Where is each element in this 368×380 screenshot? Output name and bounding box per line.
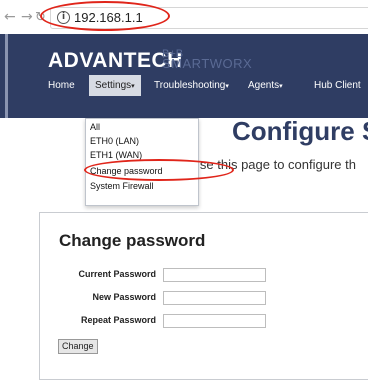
nav-hub-client[interactable]: Hub Client	[314, 80, 361, 91]
url-highlight-ellipse	[40, 1, 170, 31]
menu-item-all[interactable]: All	[90, 122, 100, 132]
new-password-input[interactable]	[163, 291, 266, 305]
browser-toolbar: ← → ↻ i 192.168.1.1	[0, 0, 368, 34]
app-header: ADVANTECH B+B SMARTWORX Home Settings▾ T…	[0, 34, 368, 118]
current-password-label: Current Password	[78, 269, 156, 279]
nav-settings-label: Settings	[95, 80, 132, 91]
nav-home-label: Home	[48, 80, 75, 91]
menu-highlight-ellipse	[84, 159, 234, 181]
menu-item-eth0[interactable]: ETH0 (LAN)	[90, 136, 139, 146]
page-title: Configure S	[232, 116, 368, 146]
new-password-label: New Password	[92, 292, 156, 302]
nav-home[interactable]: Home	[48, 80, 75, 91]
menu-item-system-firewall[interactable]: System Firewall	[90, 181, 154, 191]
nav-troubleshooting[interactable]: Troubleshooting▾	[154, 80, 229, 91]
repeat-password-label: Repeat Password	[80, 315, 156, 325]
nav-troubleshooting-label: Troubleshooting	[154, 80, 226, 91]
repeat-password-input[interactable]	[163, 314, 266, 328]
nav-agents-label: Agents	[248, 80, 280, 91]
chevron-down-icon: ▾	[225, 83, 229, 90]
forward-arrow-icon[interactable]: →	[21, 9, 33, 25]
panel-title: Change password	[59, 231, 206, 250]
nav-hub-client-label: Hub Client	[314, 80, 361, 91]
change-button[interactable]: Change	[58, 339, 98, 354]
back-arrow-icon[interactable]: ←	[4, 9, 16, 25]
current-password-input[interactable]	[163, 268, 266, 282]
header-panel: ADVANTECH B+B SMARTWORX Home Settings▾ T…	[5, 34, 368, 118]
sub-brand-logo: B+B SMARTWORX	[162, 49, 253, 71]
nav-settings[interactable]: Settings▾	[89, 75, 141, 96]
menu-item-eth1[interactable]: ETH1 (WAN)	[90, 150, 142, 160]
nav-agents[interactable]: Agents▾	[248, 80, 283, 91]
chevron-down-icon: ▾	[131, 83, 135, 90]
sub-brand-line2: SMARTWORX	[162, 56, 253, 71]
chevron-down-icon: ▾	[279, 83, 283, 90]
change-password-panel: Change password Current Password New Pas…	[39, 212, 368, 380]
main-nav: Home Settings▾ Troubleshooting▾ Agents▾ …	[8, 74, 368, 98]
